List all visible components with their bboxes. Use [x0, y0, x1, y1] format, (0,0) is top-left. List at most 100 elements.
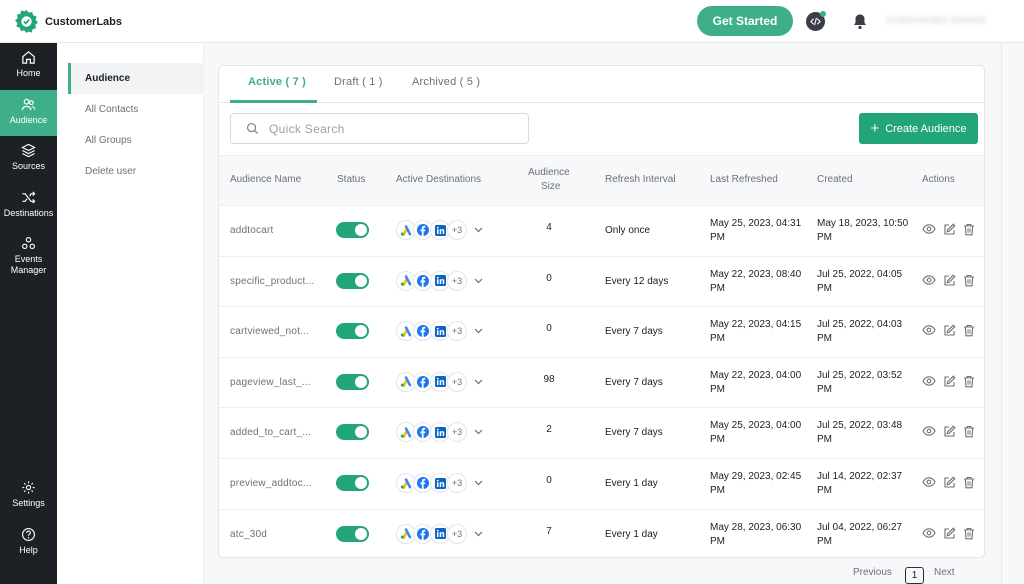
- trash-icon[interactable]: [963, 375, 975, 388]
- view-icon[interactable]: [922, 476, 936, 488]
- plus-icon: +: [870, 120, 880, 137]
- edit-icon[interactable]: [943, 476, 956, 489]
- subnav-item-all-groups[interactable]: All Groups: [68, 125, 204, 156]
- sidebar-item-events-manager[interactable]: Events Manager: [0, 236, 57, 282]
- table-row[interactable]: added_to_cart_... +3 2 Every 7 days May …: [219, 408, 984, 459]
- page-number-current[interactable]: 1: [905, 567, 924, 584]
- chevron-down-icon[interactable]: [474, 328, 483, 334]
- audience-name[interactable]: pageview_last_...: [230, 377, 311, 388]
- create-audience-button[interactable]: + Create Audience: [859, 113, 978, 144]
- more-destinations-badge[interactable]: +3: [447, 321, 467, 342]
- table-row[interactable]: pageview_last_... +3 98 Every 7 days May…: [219, 358, 984, 409]
- last-refreshed: May 22, 2023, 08:40 PM: [710, 268, 802, 294]
- sidebar-item-destinations[interactable]: Destinations: [0, 190, 57, 230]
- trash-icon[interactable]: [963, 425, 975, 438]
- previous-page-button[interactable]: Previous: [853, 567, 892, 578]
- sidebar-item-audience[interactable]: Audience: [0, 90, 57, 136]
- audience-panel: Active ( 7 ) Draft ( 1 ) Archived ( 5 ) …: [218, 65, 985, 558]
- view-icon[interactable]: [922, 425, 936, 437]
- more-destinations-badge[interactable]: +3: [447, 422, 467, 443]
- trash-icon[interactable]: [963, 527, 975, 540]
- status-toggle[interactable]: [336, 272, 369, 289]
- row-actions: [922, 324, 975, 337]
- user-name[interactable]: Customerlabs Deleted: [886, 15, 985, 26]
- row-actions: [922, 527, 975, 540]
- view-icon[interactable]: [922, 375, 936, 387]
- table-row[interactable]: addtocart +3 4 Only once May 25, 2023, 0…: [219, 206, 984, 257]
- sidebar-item-settings[interactable]: Settings: [0, 480, 57, 520]
- top-bar: CustomerLabs Get Started Customerlabs De…: [0, 0, 1024, 43]
- chevron-down-icon[interactable]: [474, 429, 483, 435]
- more-destinations-badge[interactable]: +3: [447, 473, 467, 493]
- more-destinations-badge[interactable]: +3: [447, 523, 467, 544]
- tab-draft[interactable]: Draft ( 1 ): [334, 76, 383, 88]
- table-row[interactable]: atc_30d +3 7 Every 1 day May 28, 2023, 0…: [219, 510, 984, 557]
- audience-name[interactable]: preview_addtoc...: [230, 478, 312, 489]
- tab-active[interactable]: Active ( 7 ): [248, 76, 306, 88]
- sidebar-item-home[interactable]: Home: [0, 50, 57, 90]
- table-row[interactable]: cartviewed_not... +3 0 Every 7 days May …: [219, 307, 984, 358]
- audience-size: 98: [543, 373, 555, 385]
- sidebar-item-sources[interactable]: Sources: [0, 143, 57, 183]
- audience-name[interactable]: atc_30d: [230, 529, 267, 540]
- column-header-refresh: Refresh Interval: [605, 174, 676, 185]
- chevron-down-icon[interactable]: [474, 379, 483, 385]
- trash-icon[interactable]: [963, 274, 975, 287]
- view-icon[interactable]: [922, 274, 936, 286]
- next-page-button[interactable]: Next: [934, 567, 955, 578]
- audience-name[interactable]: added_to_cart_...: [230, 427, 311, 438]
- subnav-item-all-contacts[interactable]: All Contacts: [68, 94, 204, 125]
- audience-name[interactable]: cartviewed_not...: [230, 326, 309, 337]
- audience-name[interactable]: addtocart: [230, 225, 274, 236]
- status-toggle[interactable]: [336, 424, 369, 441]
- audience-size: 0: [546, 272, 552, 284]
- chevron-down-icon[interactable]: [474, 480, 483, 486]
- refresh-interval: Every 1 day: [605, 478, 658, 489]
- subnav-item-delete-user[interactable]: Delete user: [68, 156, 204, 187]
- get-started-button[interactable]: Get Started: [697, 6, 793, 36]
- created-date: Jul 25, 2022, 04:03 PM: [817, 319, 903, 345]
- trash-icon[interactable]: [963, 223, 975, 236]
- edit-icon[interactable]: [943, 324, 956, 337]
- destination-icons: +3: [396, 270, 483, 291]
- secondary-sidebar: Audience All Contacts All Groups Delete …: [57, 43, 204, 584]
- chevron-down-icon[interactable]: [474, 531, 483, 537]
- edit-icon[interactable]: [943, 223, 956, 236]
- view-icon[interactable]: [922, 324, 936, 336]
- status-toggle[interactable]: [336, 373, 369, 390]
- edit-icon[interactable]: [943, 527, 956, 540]
- column-header-name: Audience Name: [230, 174, 302, 185]
- search-input[interactable]: [269, 121, 509, 136]
- more-destinations-badge[interactable]: +3: [447, 220, 467, 240]
- tab-archived[interactable]: Archived ( 5 ): [412, 76, 480, 88]
- view-icon[interactable]: [922, 527, 936, 539]
- column-header-destinations: Active Destinations: [396, 174, 482, 185]
- refresh-interval: Every 7 days: [605, 427, 663, 439]
- edit-icon[interactable]: [943, 425, 956, 438]
- status-toggle[interactable]: [336, 323, 369, 340]
- audience-size: 7: [546, 525, 552, 537]
- row-actions: [922, 476, 975, 489]
- bell-icon[interactable]: [852, 13, 868, 30]
- search-box[interactable]: [230, 113, 529, 144]
- view-icon[interactable]: [922, 223, 936, 235]
- chevron-down-icon[interactable]: [474, 278, 483, 284]
- app-logo[interactable]: CustomerLabs: [14, 9, 122, 34]
- trash-icon[interactable]: [963, 324, 975, 337]
- status-toggle[interactable]: [336, 222, 369, 238]
- scrollbar-track[interactable]: [1001, 43, 1002, 584]
- code-snippet-icon[interactable]: [806, 11, 826, 31]
- trash-icon[interactable]: [963, 476, 975, 489]
- status-toggle[interactable]: [336, 525, 369, 542]
- audience-name[interactable]: specific_product...: [230, 276, 314, 287]
- more-destinations-badge[interactable]: +3: [447, 371, 467, 392]
- table-row[interactable]: preview_addtoc... +3 0 Every 1 day May 2…: [219, 459, 984, 510]
- sidebar-item-help[interactable]: Help: [0, 527, 57, 567]
- edit-icon[interactable]: [943, 375, 956, 388]
- edit-icon[interactable]: [943, 274, 956, 287]
- status-toggle[interactable]: [336, 475, 369, 491]
- table-row[interactable]: specific_product... +3 0 Every 12 days M…: [219, 257, 984, 308]
- subnav-item-audience[interactable]: Audience: [68, 63, 204, 94]
- more-destinations-badge[interactable]: +3: [447, 270, 467, 291]
- chevron-down-icon[interactable]: [474, 227, 483, 233]
